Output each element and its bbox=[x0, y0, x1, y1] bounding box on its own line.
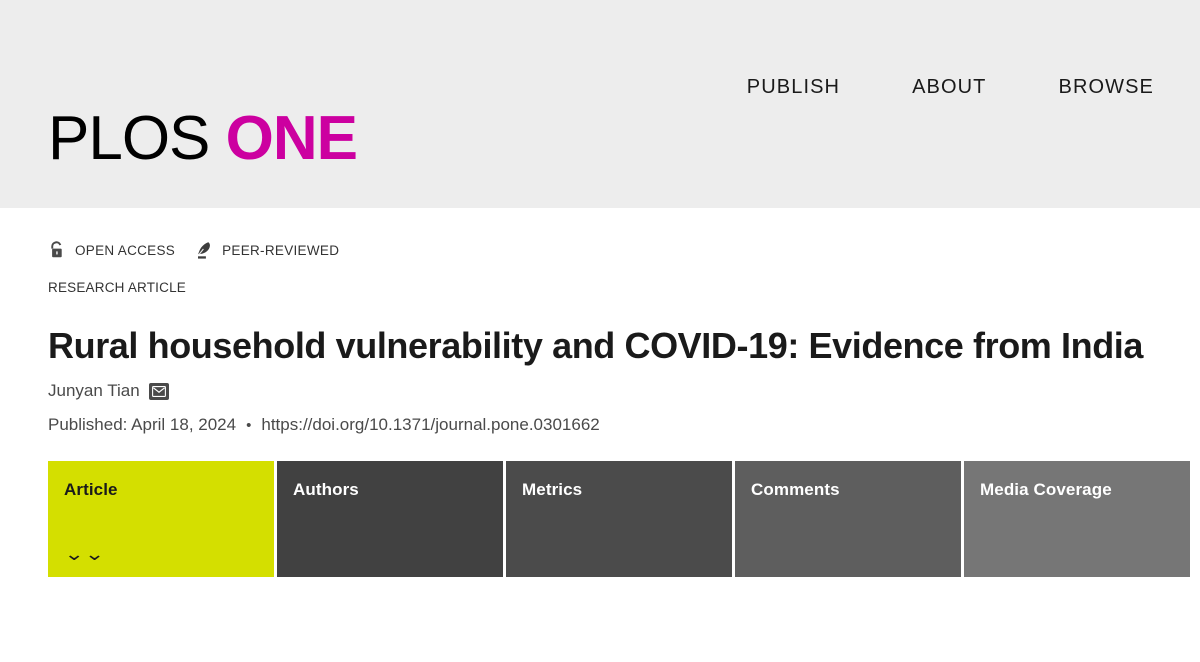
nav-item-about[interactable]: ABOUT bbox=[912, 76, 986, 99]
site-header: PUBLISH ABOUT BROWSE PLOS ONE bbox=[0, 0, 1200, 208]
tab-comments-label: Comments bbox=[751, 480, 840, 500]
envelope-icon[interactable] bbox=[148, 382, 169, 400]
open-access-label: OPEN ACCESS bbox=[75, 242, 176, 258]
tab-metrics[interactable]: Metrics bbox=[506, 461, 732, 578]
open-access-badge: OPEN ACCESS bbox=[48, 240, 175, 260]
plos-one-logo[interactable]: PLOS ONE bbox=[48, 108, 358, 170]
logo-text-plos: PLOS bbox=[48, 104, 210, 173]
tab-authors[interactable]: Authors bbox=[277, 461, 503, 578]
tab-authors-label: Authors bbox=[293, 480, 359, 500]
nav-item-publish[interactable]: PUBLISH bbox=[747, 76, 840, 99]
tab-media-coverage-label: Media Coverage bbox=[980, 480, 1112, 500]
peer-reviewed-label: PEER-REVIEWED bbox=[222, 242, 340, 258]
open-lock-icon bbox=[48, 240, 66, 260]
global-navigation: PUBLISH ABOUT BROWSE bbox=[747, 76, 1154, 99]
peer-reviewed-badge: PEER-REVIEWED bbox=[195, 240, 339, 260]
logo-text-one: ONE bbox=[225, 104, 358, 173]
quill-pen-icon bbox=[195, 240, 213, 260]
article-title: Rural household vulnerability and COVID-… bbox=[48, 325, 1144, 366]
tab-metrics-label: Metrics bbox=[522, 480, 583, 500]
tab-article[interactable]: Article ⌄⌄ bbox=[48, 461, 274, 578]
article-header-section: OPEN ACCESS PEER-REVIEWED RESEARCH ARTIC… bbox=[0, 208, 1200, 578]
author-name[interactable]: Junyan Tian bbox=[48, 381, 140, 401]
publication-line: Published: April 18, 2024 • https://doi.… bbox=[48, 415, 1152, 435]
tab-article-label: Article bbox=[64, 480, 118, 500]
author-line: Junyan Tian bbox=[48, 381, 1152, 401]
tab-comments[interactable]: Comments bbox=[735, 461, 961, 578]
chevron-double-down-icon[interactable]: ⌄⌄ bbox=[64, 545, 105, 563]
tab-media-coverage[interactable]: Media Coverage bbox=[964, 461, 1190, 578]
publication-separator: • bbox=[246, 416, 252, 434]
published-date: Published: April 18, 2024 bbox=[48, 415, 237, 435]
article-tab-bar: Article ⌄⌄ Authors Metrics Comments Medi… bbox=[48, 461, 1190, 578]
article-badge-row: OPEN ACCESS PEER-REVIEWED bbox=[48, 208, 1152, 260]
article-type-label: RESEARCH ARTICLE bbox=[48, 280, 186, 295]
doi-link[interactable]: https://doi.org/10.1371/journal.pone.030… bbox=[261, 415, 599, 435]
nav-item-browse[interactable]: BROWSE bbox=[1059, 76, 1155, 99]
